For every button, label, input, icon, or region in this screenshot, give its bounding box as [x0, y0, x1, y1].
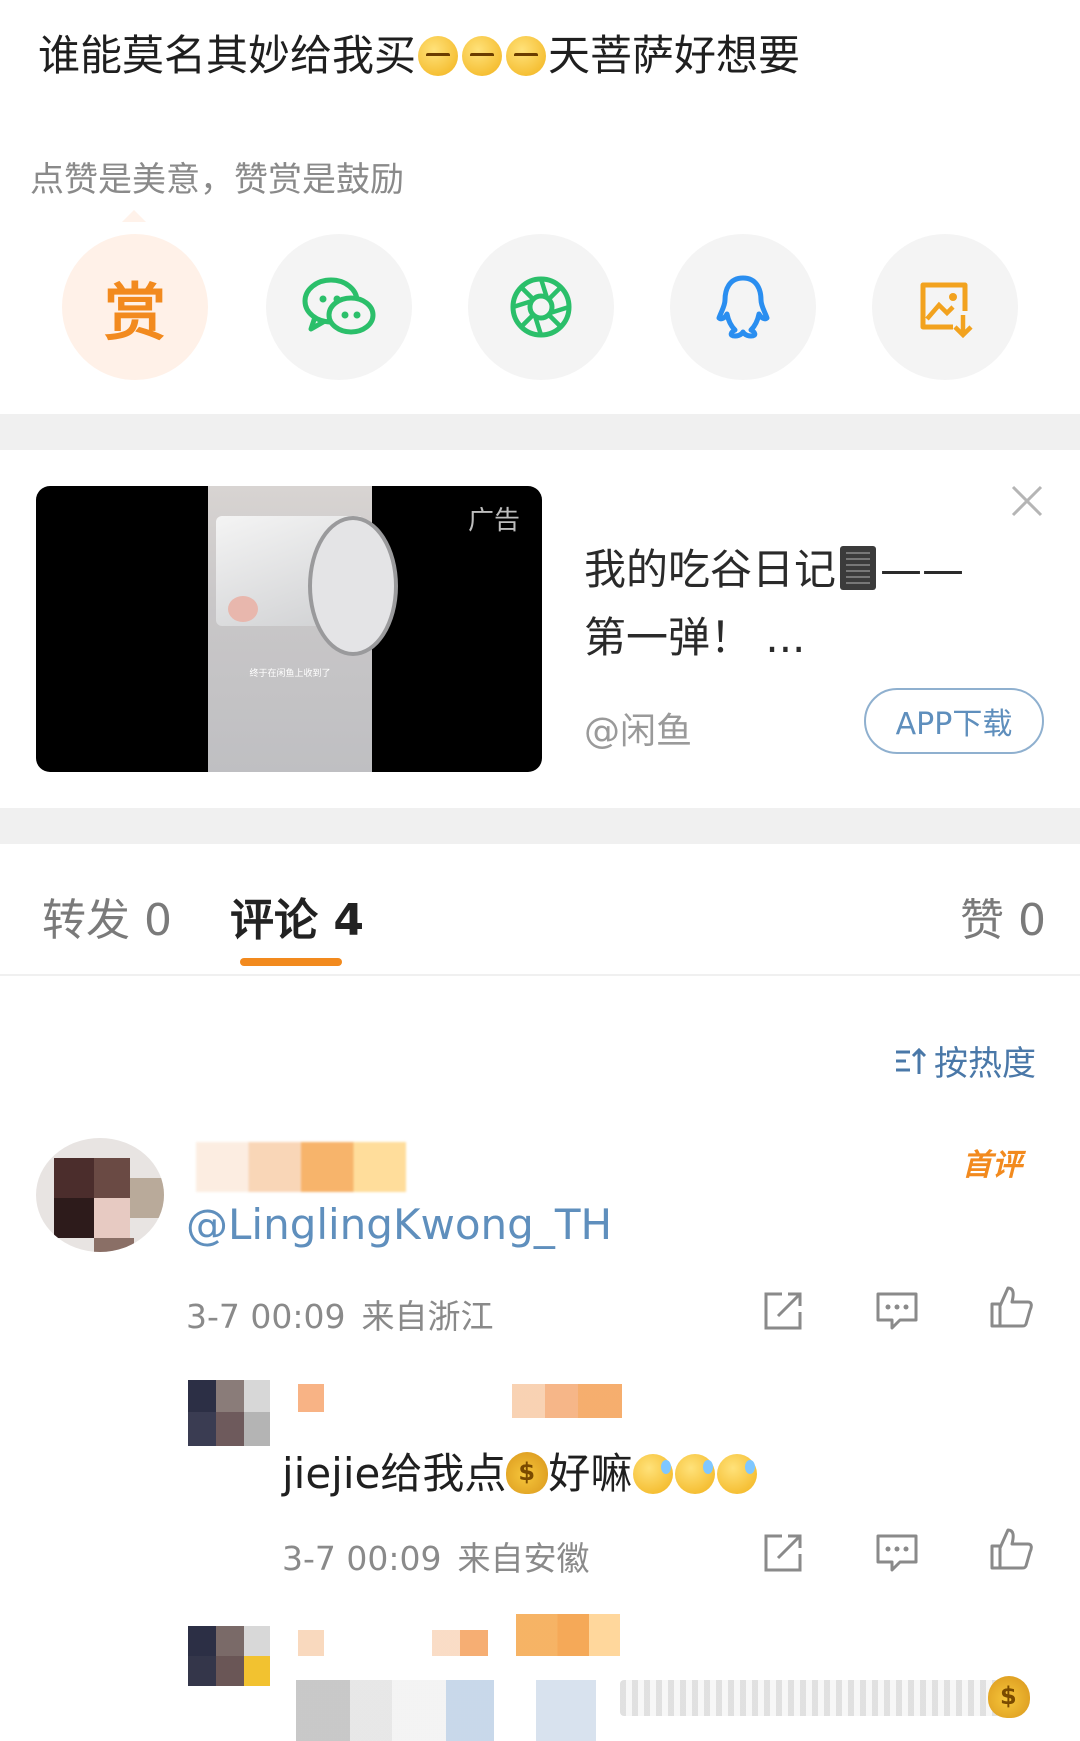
- sweat-emoji-icon: [675, 1454, 716, 1494]
- grimace-emoji-icon: [462, 36, 503, 76]
- ad-title-start: 我的吃谷日记: [584, 545, 837, 594]
- ad-video[interactable]: 终于在闲鱼上收到了 广告: [36, 486, 542, 772]
- reward-icon: 赏: [103, 276, 166, 349]
- save-image-button[interactable]: [872, 234, 1018, 380]
- avatar[interactable]: [188, 1626, 270, 1686]
- tab-repost[interactable]: 转发 0: [42, 884, 172, 948]
- redacted-nickname: [196, 1142, 406, 1192]
- section-divider: [0, 808, 1080, 844]
- notebook-icon: [840, 546, 877, 590]
- first-comment-badge: 首评: [962, 1148, 1022, 1183]
- share-qq-button[interactable]: [670, 234, 816, 380]
- comment-icon[interactable]: [874, 1288, 920, 1334]
- redacted-nickname: [298, 1630, 324, 1656]
- comment-location: 来自浙江: [361, 1297, 494, 1336]
- reply-date: 3-7 00:09: [282, 1539, 442, 1578]
- reward-tip: 点赞是美意，赞赏是鼓励: [30, 160, 404, 200]
- money-bag-emoji-icon: [988, 1676, 1030, 1718]
- sort-label: 按热度: [934, 1044, 1036, 1084]
- ad-video-caption: 终于在闲鱼上收到了: [249, 669, 331, 679]
- redacted-nickname: [516, 1614, 620, 1656]
- post-text-start: 谁能莫名其妙给我买: [38, 31, 417, 80]
- grimace-emoji-icon: [506, 36, 547, 76]
- post-text: 谁能莫名其妙给我买 天菩萨好想要: [38, 22, 800, 83]
- reply-text-start: jiejie给我点: [282, 1449, 507, 1498]
- tab-comments[interactable]: 评论 4: [230, 884, 364, 948]
- money-bag-emoji-icon: [506, 1452, 549, 1494]
- product-disk: [308, 516, 398, 656]
- comment-username[interactable]: @LinglingKwong_TH: [186, 1200, 612, 1249]
- qq-icon: [716, 275, 770, 339]
- avatar[interactable]: [188, 1380, 270, 1446]
- ad-video-frame: 终于在闲鱼上收到了: [208, 486, 398, 772]
- sort-icon: [896, 1047, 927, 1074]
- reply-location: 来自安徽: [457, 1539, 590, 1578]
- avatar[interactable]: [36, 1138, 164, 1252]
- redacted-nickname: [298, 1384, 324, 1412]
- redacted-nickname: [512, 1384, 622, 1418]
- save-image-icon: [920, 282, 973, 339]
- active-tab-indicator: [240, 958, 342, 966]
- redacted-nickname: [432, 1630, 488, 1656]
- comment-date: 3-7 00:09: [186, 1297, 346, 1336]
- tab-likes[interactable]: 赞 0: [960, 884, 1046, 948]
- hand-shape: [228, 596, 258, 622]
- share-moments-button[interactable]: [468, 234, 614, 380]
- interaction-tabs: 转发 0 评论 4 赞 0: [0, 842, 1080, 976]
- sweat-emoji-icon: [717, 1454, 758, 1494]
- reply-text: jiejie给我点好嘛: [282, 1440, 758, 1501]
- grimace-emoji-icon: [418, 36, 459, 76]
- tip-caret: [122, 210, 146, 222]
- ad-source[interactable]: @闲鱼: [584, 702, 692, 754]
- share-wechat-button[interactable]: [266, 234, 412, 380]
- reply-meta: 3-7 00:09 来自安徽: [282, 1532, 590, 1580]
- share-row: 赏: [0, 234, 1080, 384]
- ad-badge: 广告: [467, 506, 520, 536]
- ad-title[interactable]: 我的吃谷日记 ——第一弹！ ...: [584, 536, 1004, 672]
- moments-icon: [510, 276, 572, 338]
- share-icon[interactable]: [760, 1530, 806, 1576]
- redacted-reply-text: [620, 1680, 1000, 1716]
- like-icon[interactable]: [988, 1526, 1034, 1572]
- share-icon[interactable]: [760, 1288, 806, 1334]
- sweat-emoji-icon: [633, 1454, 674, 1494]
- post-text-end: 天菩萨好想要: [548, 31, 801, 80]
- app-download-button[interactable]: APP下载: [864, 688, 1044, 754]
- like-icon[interactable]: [988, 1284, 1034, 1330]
- sort-by-hot-button[interactable]: 按热度: [894, 1036, 1036, 1085]
- reply-text-mid: 好嘛: [548, 1449, 633, 1498]
- redacted-reply-text: [296, 1680, 596, 1741]
- wechat-icon: [302, 277, 376, 335]
- comment-icon[interactable]: [874, 1530, 920, 1576]
- close-icon[interactable]: [1010, 484, 1044, 518]
- reward-button[interactable]: 赏: [62, 234, 208, 380]
- section-divider: [0, 414, 1080, 450]
- comment-meta: 3-7 00:09 来自浙江: [186, 1290, 494, 1338]
